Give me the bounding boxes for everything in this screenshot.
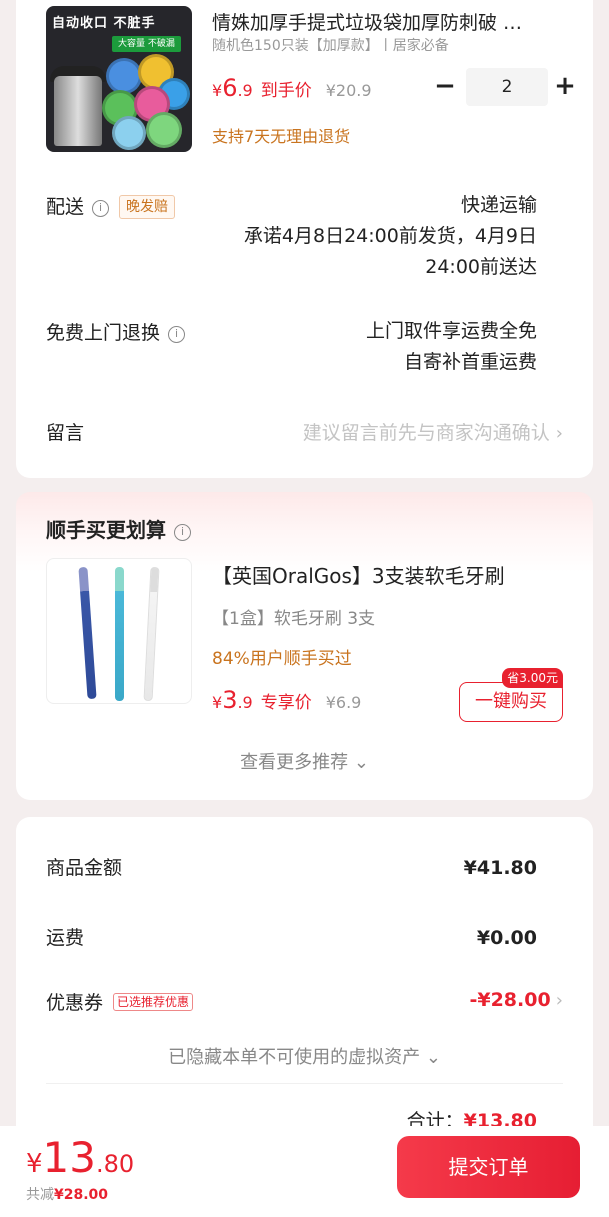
product-price: ¥6.9 到手价 ¥20.9 — [212, 74, 372, 102]
total-saved: 共减¥28.00 — [26, 1184, 108, 1204]
addon-spec: 【1盒】软毛牙刷 3支 — [212, 609, 376, 629]
chevron-right-icon: › — [555, 423, 563, 444]
goods-amount-value: ¥41.80 — [463, 857, 537, 879]
free-return-label: 免费上门退换 — [46, 322, 161, 344]
amount-decimal: .80 — [96, 1150, 135, 1178]
chevron-down-icon: ⌄ — [353, 752, 369, 773]
free-return-line2: 自寄补首重运费 — [403, 351, 537, 373]
price-integer: 6 — [222, 74, 238, 102]
checkout-bar: ¥13.80 共减¥28.00 提交订单 — [0, 1126, 609, 1217]
free-return-row-label: 免费上门退换 i — [46, 318, 186, 345]
one-click-buy-button[interactable]: 一键购买 — [459, 682, 563, 722]
original-price: ¥6.9 — [325, 693, 362, 712]
return-policy: 支持7天无理由退货 — [212, 127, 351, 146]
product-title[interactable]: 情姝加厚手提式垃圾袋加厚防刺破 … — [212, 8, 557, 35]
more-recommendations-text: 查看更多推荐 — [240, 752, 349, 773]
delivery-promise-line1: 承诺4月8日24:00前发货，4月9日 — [243, 225, 537, 247]
coupon-recommended-tag: 已选推荐优惠 — [113, 993, 194, 1011]
submit-order-button[interactable]: 提交订单 — [397, 1136, 580, 1198]
addon-recommendation-card: 顺手买更划算 i 【英国OralGos】3支装软毛牙刷 【1盒】软毛牙刷 3支 8… — [16, 492, 593, 800]
order-item-card: 自动收口 不脏手 大容量 不破漏 情姝加厚手提式垃圾袋加厚防刺破 … 随机色15… — [16, 0, 593, 478]
minus-icon[interactable]: − — [434, 68, 456, 106]
trash-can-graphic — [54, 76, 102, 146]
chevron-right-icon: › — [555, 990, 563, 1011]
toothbrush-image[interactable] — [46, 558, 192, 704]
coupon-label: 优惠券 — [46, 992, 104, 1014]
price-currency: ¥ — [212, 693, 223, 712]
coupon-row-label[interactable]: 优惠券 已选推荐优惠 — [46, 988, 194, 1015]
payable-amount: ¥13.80 — [26, 1134, 134, 1191]
info-icon[interactable]: i — [168, 326, 186, 343]
plus-icon[interactable]: + — [554, 68, 576, 106]
more-recommendations-link[interactable]: 查看更多推荐 ⌄ — [16, 748, 593, 774]
delivery-promise-line2: 24:00前送达 — [425, 256, 537, 278]
quantity-value[interactable]: 2 — [466, 68, 548, 106]
price-decimal: .9 — [237, 81, 253, 100]
shipping-value: ¥0.00 — [476, 927, 537, 949]
late-compensation-badge[interactable]: 晚发赔 — [119, 195, 176, 219]
message-placeholder: 建议留言前先与商家沟通确认 — [302, 422, 550, 444]
delivery-row-label: 配送 i 晚发赔 — [46, 192, 176, 219]
saved-value: ¥28.00 — [54, 1187, 109, 1203]
divider — [46, 1083, 563, 1084]
amount-currency: ¥ — [26, 1149, 43, 1179]
hidden-assets-text: 已隐藏本单不可使用的虚拟资产 — [168, 1047, 421, 1068]
save-badge: 省3.00元 — [502, 668, 563, 688]
original-price: ¥20.9 — [325, 81, 372, 100]
info-icon[interactable]: i — [174, 524, 191, 541]
coupon-value: -¥28.00 — [469, 989, 551, 1011]
free-return-line1: 上门取件享运费全免 — [365, 320, 537, 342]
addon-title[interactable]: 【英国OralGos】3支装软毛牙刷 — [212, 560, 505, 589]
quantity-stepper: − 2 + — [434, 68, 576, 106]
addon-price: ¥3.9 专享价 ¥6.9 — [212, 686, 361, 714]
shipping-label: 运费 — [46, 927, 85, 949]
message-input[interactable]: 建议留言前先与商家沟通确认 › — [303, 418, 563, 445]
coupon-value-link[interactable]: -¥28.00 › — [469, 989, 563, 1011]
goods-amount-label: 商品金额 — [46, 857, 123, 879]
price-label: 到手价 — [260, 81, 312, 101]
addon-section-title-text: 顺手买更划算 — [46, 518, 166, 542]
chevron-down-icon: ⌄ — [425, 1047, 441, 1068]
info-icon[interactable]: i — [92, 200, 110, 217]
image-banner-text: 自动收口 不脏手 — [52, 16, 156, 31]
message-label: 留言 — [46, 422, 85, 444]
delivery-method: 快递运输 — [460, 194, 537, 216]
amount-integer: 13 — [42, 1133, 96, 1182]
saved-label: 共减 — [26, 1187, 54, 1203]
free-return-info: 上门取件享运费全免 自寄补首重运费 — [366, 316, 537, 378]
delivery-info: 快递运输 承诺4月8日24:00前发货，4月9日 24:00前送达 — [244, 190, 537, 283]
addon-users-stat: 84%用户顺手买过 — [212, 649, 352, 669]
price-currency: ¥ — [212, 81, 223, 100]
product-image[interactable]: 自动收口 不脏手 大容量 不破漏 — [46, 6, 192, 152]
price-integer: 3 — [222, 686, 238, 714]
price-label: 专享价 — [260, 693, 312, 713]
price-decimal: .9 — [237, 693, 253, 712]
image-subbanner-text: 大容量 不破漏 — [112, 36, 181, 52]
hidden-assets-toggle[interactable]: 已隐藏本单不可使用的虚拟资产 ⌄ — [16, 1043, 593, 1069]
addon-section-title: 顺手买更划算 i — [46, 514, 191, 543]
product-spec[interactable]: 随机色150只装【加厚款】丨居家必备 — [212, 35, 449, 55]
delivery-label: 配送 — [46, 196, 85, 218]
